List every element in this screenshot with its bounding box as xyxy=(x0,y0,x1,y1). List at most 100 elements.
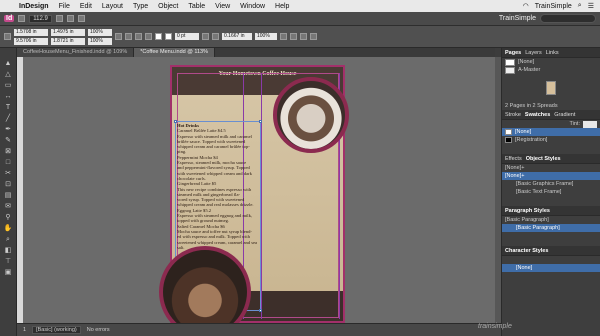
preflight-status[interactable]: No errors xyxy=(87,327,110,333)
list-icon[interactable]: ☰ xyxy=(588,2,594,10)
workspace-switcher[interactable]: TrainSimple xyxy=(499,15,536,22)
type-tool-icon[interactable]: T xyxy=(3,104,13,112)
flip-icon[interactable] xyxy=(135,33,142,40)
zoom-level-field[interactable]: 112.9 xyxy=(29,14,52,23)
document-canvas[interactable]: Your Hometown Coffee House Hot Drinks Ca… xyxy=(17,57,495,323)
offset-field[interactable]: 0.1667 in xyxy=(222,33,252,40)
character-style-none[interactable]: [None] xyxy=(502,264,600,272)
tab-character-styles[interactable]: Character Styles xyxy=(505,246,548,255)
rectangle-frame-tool-icon[interactable]: ⊠ xyxy=(3,148,13,156)
menu-object[interactable]: Object xyxy=(153,3,183,10)
menu-edit[interactable]: Edit xyxy=(75,3,97,10)
position-fields: 1.5708 in 9.5706 in xyxy=(14,28,48,45)
stroke-weight-field[interactable]: 0 pt xyxy=(175,33,199,40)
fill-swatch-icon[interactable] xyxy=(155,33,162,40)
stroke-type-icon[interactable] xyxy=(202,33,209,40)
menu-window[interactable]: Window xyxy=(235,3,270,10)
master-selector[interactable]: [Basic] (working) xyxy=(32,326,81,334)
height-field[interactable]: 1.8721 in xyxy=(51,37,85,45)
shear-icon[interactable] xyxy=(125,33,132,40)
tab-paragraph-styles[interactable]: Paragraph Styles xyxy=(505,206,550,215)
size-fields: 1.4975 in 1.8721 in xyxy=(51,28,85,45)
gap-tool-icon[interactable]: ↔ xyxy=(3,93,13,101)
tab-effects[interactable]: Effects xyxy=(505,154,522,163)
scale-y-field[interactable]: 100% xyxy=(88,37,112,45)
tab-layers[interactable]: Layers xyxy=(525,48,542,57)
tab-stroke[interactable]: Stroke xyxy=(505,110,521,119)
y-field[interactable]: 9.5706 in xyxy=(14,37,48,45)
tab-object-styles[interactable]: Object Styles xyxy=(526,154,561,163)
pen-tool-icon[interactable]: ✒ xyxy=(3,126,13,134)
object-style-graphics[interactable]: [Basic Graphics Frame] xyxy=(502,180,600,188)
menu-bar: InDesign File Edit Layout Type Object Ta… xyxy=(0,0,600,12)
pages-none-row[interactable]: [None] xyxy=(502,58,600,66)
hand-tool-icon[interactable]: ✋ xyxy=(3,225,13,233)
swatch-registration[interactable]: [Registration] xyxy=(502,136,600,144)
object-style-none[interactable]: [None]+ xyxy=(502,172,600,180)
menu-view[interactable]: View xyxy=(210,3,235,10)
page-number-field[interactable]: 1 xyxy=(23,327,26,333)
fill-stroke-icon[interactable]: ◧ xyxy=(3,247,13,255)
object-style-text[interactable]: [Basic Text Frame] xyxy=(502,188,600,196)
line-tool-icon[interactable]: ╱ xyxy=(3,115,13,123)
selection-tool-icon[interactable]: ▲ xyxy=(3,60,13,68)
reference-point-icon[interactable] xyxy=(4,33,11,40)
align-icon[interactable] xyxy=(290,33,297,40)
page-tool-icon[interactable]: ▭ xyxy=(3,82,13,90)
width-field[interactable]: 1.4975 in xyxy=(51,28,85,36)
pages-master-row[interactable]: A-Master xyxy=(502,66,600,74)
zoom-tool-icon[interactable]: ⌕ xyxy=(3,236,13,244)
swatch-none[interactable]: [None] xyxy=(502,128,600,136)
opacity-field[interactable]: 100% xyxy=(255,33,277,40)
selection-handle[interactable] xyxy=(174,120,177,123)
select-container-icon[interactable] xyxy=(145,33,152,40)
swatch-chip xyxy=(505,129,512,135)
tab-coffee-menu[interactable]: *Coffee Menu.indd @ 113% xyxy=(134,48,216,57)
tab-swatches[interactable]: Swatches xyxy=(525,110,550,119)
vertical-ruler[interactable] xyxy=(17,57,23,323)
character-styles-header: Character Styles xyxy=(502,246,600,256)
tint-field[interactable] xyxy=(583,120,597,128)
selection-handle[interactable] xyxy=(259,120,262,123)
tab-pages[interactable]: Pages xyxy=(505,48,521,57)
menu-help[interactable]: Help xyxy=(270,3,294,10)
rotate-icon[interactable] xyxy=(115,33,122,40)
note-tool-icon[interactable]: ✉ xyxy=(3,203,13,211)
scissors-tool-icon[interactable]: ✂ xyxy=(3,170,13,178)
x-field[interactable]: 1.5708 in xyxy=(14,28,48,36)
panel-menu-icon[interactable] xyxy=(310,33,317,40)
distribute-icon[interactable] xyxy=(300,33,307,40)
fx-icon[interactable] xyxy=(212,33,219,40)
screen-mode-tool-icon[interactable]: ▣ xyxy=(3,269,13,277)
coffee-photo-circle-top[interactable] xyxy=(273,77,349,153)
selection-handle[interactable] xyxy=(259,309,262,312)
scale-x-field[interactable]: 100% xyxy=(88,28,112,36)
paragraph-style-basic[interactable]: [Basic Paragraph] xyxy=(502,224,600,232)
menu-layout[interactable]: Layout xyxy=(97,3,128,10)
menu-type[interactable]: Type xyxy=(128,3,153,10)
tab-gradient[interactable]: Gradient xyxy=(554,110,575,119)
view-options-icon[interactable] xyxy=(55,15,63,22)
tab-links[interactable]: Links xyxy=(546,48,559,57)
page-thumb[interactable] xyxy=(546,81,556,95)
stroke-swatch-icon[interactable] xyxy=(165,33,172,40)
wifi-icon[interactable]: ◠ xyxy=(523,2,529,10)
screen-mode-icon[interactable] xyxy=(66,15,74,22)
gradient-tool-icon[interactable]: ▤ xyxy=(3,192,13,200)
search-icon[interactable]: ⌕ xyxy=(578,2,582,10)
arrange-documents-icon[interactable] xyxy=(77,15,85,22)
text-wrap-icon[interactable] xyxy=(280,33,287,40)
bridge-icon[interactable] xyxy=(18,15,26,22)
tab-coffeehouse-finished[interactable]: CoffeeHouseMenu_Finished.indd @ 109% xyxy=(17,48,135,57)
menu-table[interactable]: Table xyxy=(183,3,210,10)
menu-file[interactable]: File xyxy=(54,3,75,10)
help-search-input[interactable] xyxy=(540,14,596,23)
pencil-tool-icon[interactable]: ✎ xyxy=(3,137,13,145)
free-transform-tool-icon[interactable]: ⊡ xyxy=(3,181,13,189)
formatting-icon[interactable]: ⊤ xyxy=(3,258,13,266)
eyedropper-tool-icon[interactable]: ⚲ xyxy=(3,214,13,222)
user-name[interactable]: TrainSimple xyxy=(535,3,572,10)
rectangle-tool-icon[interactable]: □ xyxy=(3,159,13,167)
direct-selection-tool-icon[interactable]: △ xyxy=(3,71,13,79)
menu-indesign[interactable]: InDesign xyxy=(14,3,54,10)
